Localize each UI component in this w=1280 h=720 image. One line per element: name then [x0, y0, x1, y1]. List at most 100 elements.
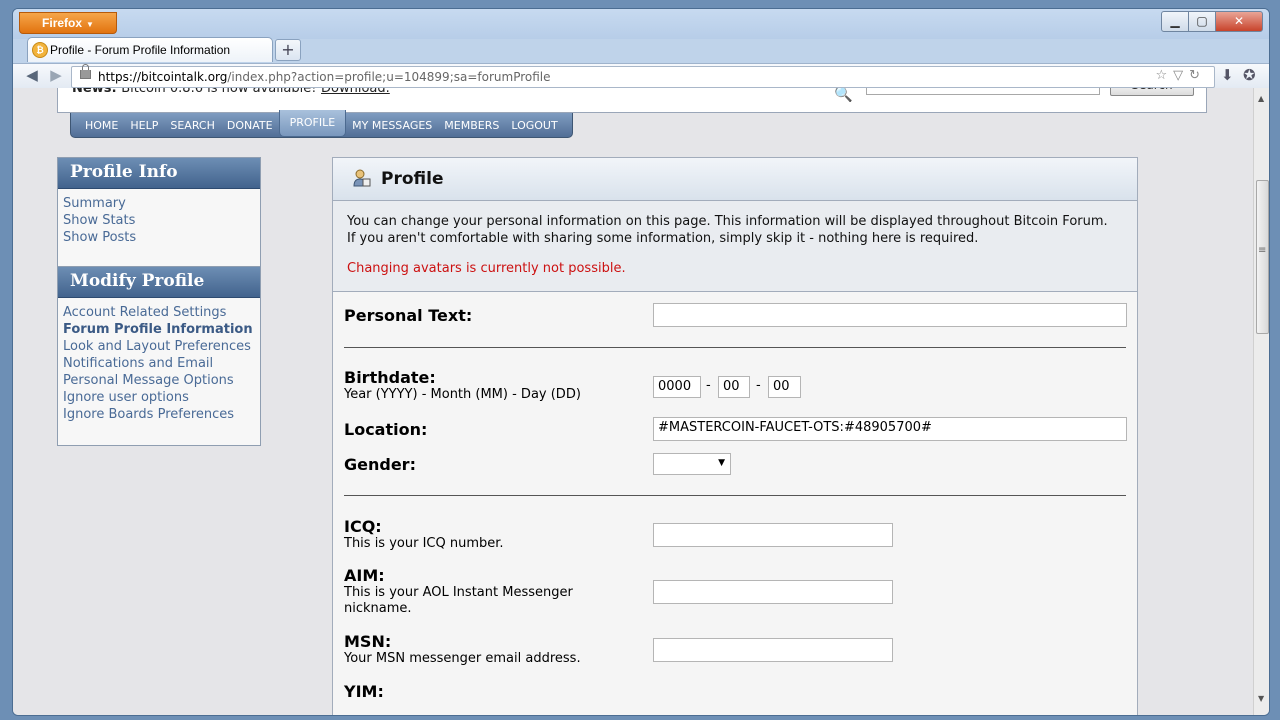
- aim-label: AIM:: [344, 566, 385, 585]
- gender-select[interactable]: ▼: [653, 453, 731, 475]
- download-icon[interactable]: ⬇: [1221, 66, 1234, 84]
- location-input[interactable]: #MASTERCOIN-FAUCET-OTS:#48905700#: [653, 417, 1127, 441]
- profile-info-box: Profile Info Summary Show Stats Show Pos…: [57, 157, 261, 267]
- new-tab-button[interactable]: +: [275, 39, 301, 61]
- search-button[interactable]: Search: [1110, 88, 1194, 96]
- profile-info-title: Profile Info: [58, 158, 260, 189]
- profile-intro: You can change your personal information…: [333, 201, 1137, 292]
- search-icon: 🔍: [834, 88, 853, 103]
- avatar-warning: Changing avatars is currently not possib…: [347, 261, 626, 276]
- yim-row: YIM:: [344, 682, 384, 701]
- profile-panel-header: Profile: [333, 158, 1137, 201]
- scrollbar-thumb[interactable]: [1256, 180, 1269, 334]
- birthdate-row: Birthdate: Year (YYYY) - Month (MM) - Da…: [344, 368, 581, 403]
- location-row: Location:: [344, 420, 427, 439]
- link-forum-profile-information[interactable]: Forum Profile Information: [63, 321, 255, 338]
- divider: [344, 495, 1126, 496]
- birth-year-input[interactable]: 0000: [653, 376, 701, 398]
- link-personal-message-options[interactable]: Personal Message Options: [63, 372, 255, 389]
- close-button[interactable]: ✕: [1215, 11, 1263, 32]
- link-look-and-layout[interactable]: Look and Layout Preferences: [63, 338, 255, 355]
- chevron-down-icon: ▼: [86, 20, 94, 29]
- date-separator: -: [706, 378, 711, 393]
- url-bar[interactable]: https://bitcointalk.org/index.php?action…: [71, 64, 1215, 88]
- location-label: Location:: [344, 420, 428, 439]
- news-label: News:: [72, 88, 117, 96]
- menu-home[interactable]: HOME: [79, 119, 124, 132]
- aim-hint: This is your AOL Instant Messenger nickn…: [344, 585, 573, 616]
- bookmark-star-icon[interactable]: ☆: [1155, 68, 1173, 83]
- personal-text-input[interactable]: [653, 303, 1127, 327]
- link-account-settings[interactable]: Account Related Settings: [63, 304, 255, 321]
- link-summary[interactable]: Summary: [63, 195, 255, 212]
- search-input[interactable]: [866, 88, 1100, 95]
- menu-help[interactable]: HELP: [124, 119, 164, 132]
- forum-header: News: Bitcoin 0.8.6 is now available! Do…: [57, 88, 1207, 113]
- main-menu: HOME HELP SEARCH DONATE PROFILE MY MESSA…: [70, 109, 573, 138]
- firefox-menu-button[interactable]: Firefox ▼: [19, 12, 117, 34]
- modify-profile-title: Modify Profile: [58, 267, 260, 298]
- forward-arrow-icon[interactable]: ▶: [47, 66, 65, 84]
- msn-row: MSN: Your MSN messenger email address.: [344, 632, 581, 667]
- history-dropdown-icon[interactable]: ▽: [1173, 68, 1189, 83]
- menu-my-messages[interactable]: MY MESSAGES: [346, 119, 438, 132]
- user-profile-icon: [353, 169, 371, 187]
- menu-search[interactable]: SEARCH: [164, 119, 221, 132]
- bitcoin-favicon-icon: ₿: [32, 42, 48, 58]
- icq-row: ICQ: This is your ICQ number.: [344, 517, 504, 552]
- birthdate-hint: Year (YYYY) - Month (MM) - Day (DD): [344, 387, 581, 402]
- browser-window: Firefox ▼ ▁ ▢ ✕ ₿ Profile - Forum Profile…: [12, 8, 1270, 716]
- intro-line-2: If you aren't comfortable with sharing s…: [347, 231, 979, 246]
- icq-input[interactable]: [653, 523, 893, 547]
- link-ignore-user-options[interactable]: Ignore user options: [63, 389, 255, 406]
- birthdate-label: Birthdate:: [344, 368, 436, 387]
- birth-month-input[interactable]: 00: [718, 376, 750, 398]
- menu-logout[interactable]: LOGOUT: [505, 119, 563, 132]
- url-path: /index.php?action=profile;u=104899;sa=fo…: [227, 70, 551, 84]
- modify-profile-box: Modify Profile Account Related Settings …: [57, 266, 261, 446]
- news-ticker: News: Bitcoin 0.8.6 is now available! Do…: [72, 88, 390, 96]
- scroll-up-icon[interactable]: ▲: [1258, 94, 1264, 103]
- vertical-scrollbar[interactable]: ▲ ▼: [1253, 88, 1269, 715]
- msn-input[interactable]: [653, 638, 893, 662]
- back-arrow-icon[interactable]: ◀: [23, 66, 41, 84]
- lock-icon: [80, 64, 91, 79]
- link-show-posts[interactable]: Show Posts: [63, 229, 255, 246]
- firefox-menu-label: Firefox: [42, 16, 83, 30]
- profile-panel: Profile You can change your personal inf…: [332, 157, 1138, 715]
- link-ignore-boards[interactable]: Ignore Boards Preferences: [63, 406, 255, 423]
- minimize-button[interactable]: ▁: [1161, 11, 1189, 32]
- news-download-link[interactable]: Download.: [321, 88, 390, 96]
- url-actions: ☆▽↻: [1155, 68, 1206, 83]
- news-text: Bitcoin 0.8.6 is now available!: [121, 88, 317, 96]
- navigation-toolbar: ◀ ▶ https://bitcointalk.org/index.php?ac…: [13, 63, 1269, 89]
- maximize-button[interactable]: ▢: [1188, 11, 1216, 32]
- page-viewport: News: Bitcoin 0.8.6 is now available! Do…: [13, 88, 1253, 715]
- menu-members[interactable]: MEMBERS: [438, 119, 505, 132]
- menu-profile[interactable]: PROFILE: [278, 109, 347, 137]
- gender-row: Gender:: [344, 455, 416, 474]
- profile-panel-title: Profile: [381, 169, 444, 189]
- icq-hint: This is your ICQ number.: [344, 536, 504, 551]
- divider: [344, 347, 1126, 348]
- reload-icon[interactable]: ↻: [1189, 68, 1206, 83]
- gender-label: Gender:: [344, 455, 416, 474]
- aim-row: AIM: This is your AOL Instant Messenger …: [344, 566, 594, 617]
- link-show-stats[interactable]: Show Stats: [63, 212, 255, 229]
- icq-label: ICQ:: [344, 517, 382, 536]
- birth-day-input[interactable]: 00: [768, 376, 801, 398]
- bookmarks-menu-icon[interactable]: ✪: [1243, 66, 1256, 84]
- tab-profile[interactable]: ₿ Profile - Forum Profile Information: [27, 37, 273, 62]
- chevron-down-icon: ▼: [718, 458, 725, 468]
- menu-donate[interactable]: DONATE: [221, 119, 279, 132]
- aim-input[interactable]: [653, 580, 893, 604]
- url-text: https://bitcointalk.org/index.php?action…: [98, 70, 551, 84]
- tab-title: Profile - Forum Profile Information: [50, 43, 231, 57]
- msn-label: MSN:: [344, 632, 392, 651]
- personal-text-label: Personal Text:: [344, 306, 473, 325]
- url-host: https://bitcointalk.org: [98, 70, 228, 84]
- tab-strip: ₿ Profile - Forum Profile Information +: [13, 35, 1269, 63]
- personal-text-row: Personal Text:: [344, 306, 472, 325]
- scroll-down-icon[interactable]: ▼: [1258, 694, 1264, 703]
- link-notifications-email[interactable]: Notifications and Email: [63, 355, 255, 372]
